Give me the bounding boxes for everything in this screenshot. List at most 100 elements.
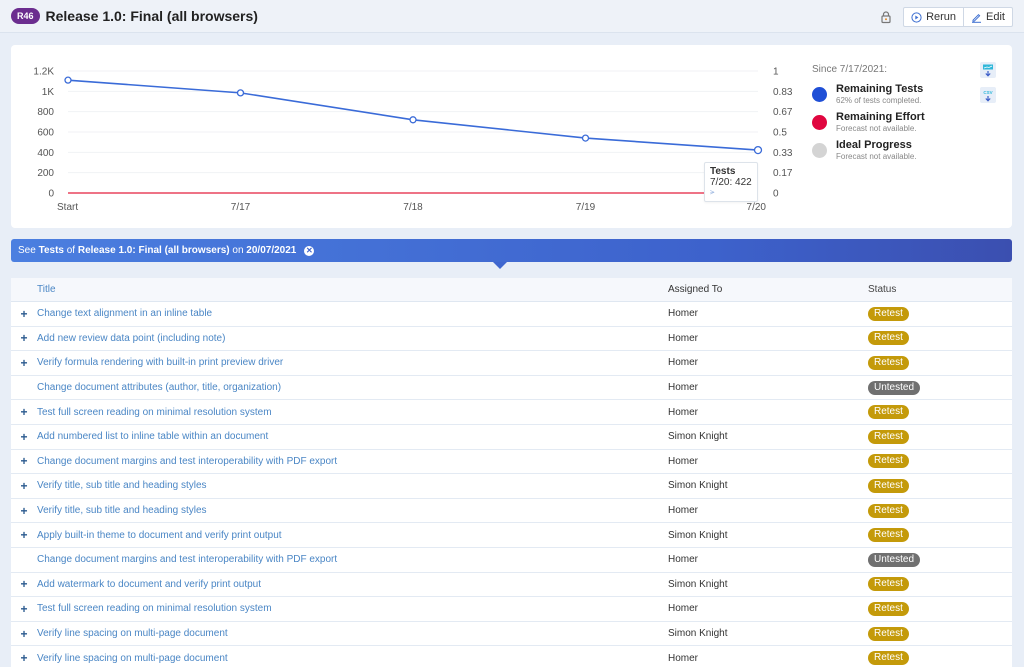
expand-row-icon[interactable]: + [11,307,37,321]
status-badge[interactable]: Retest [868,577,909,592]
test-title-link[interactable]: Verify formula rendering with built-in p… [37,357,668,368]
y-left-tick-label: 400 [37,148,54,159]
table-row[interactable]: + Apply built-in theme to document and ve… [11,523,1012,548]
test-title-link[interactable]: Add watermark to document and verify pri… [37,579,668,590]
expand-row-icon[interactable]: + [11,504,37,518]
legend-item-remaining-tests[interactable]: Remaining Tests 62% of tests completed. [812,83,982,105]
clear-selection-icon[interactable]: ✕ [304,245,315,256]
assigned-to: Homer [668,406,699,418]
status-badge[interactable]: Retest [868,454,909,469]
status-badge[interactable]: Untested [868,552,921,567]
test-title-link[interactable]: Add numbered list to inline table within… [37,431,668,442]
status-badge[interactable]: Retest [868,503,909,518]
table-row[interactable]: + Verify formula rendering with built-in … [11,351,1012,376]
status-badge[interactable]: Retest [868,306,909,321]
expand-row-icon[interactable]: + [11,528,37,542]
export-chart-button[interactable] [980,62,996,78]
status-badge[interactable]: Retest [868,528,909,543]
legend-dot [812,87,827,102]
tooltip-collapse-icon[interactable]: ⪫ [710,188,752,196]
rerun-button[interactable]: Rerun [904,8,963,26]
test-title-link[interactable]: Verify line spacing on multi-page docume… [37,628,668,639]
edit-button[interactable]: Edit [963,8,1012,26]
table-row[interactable]: + Test full screen reading on minimal res… [11,597,1012,622]
svg-text:CSV: CSV [983,89,992,94]
table-row[interactable]: + Verify title, sub title and heading sty… [11,474,1012,499]
legend-sub: Forecast not available. [836,152,917,161]
legend-name: Remaining Effort [836,111,925,123]
status-badge[interactable]: Retest [868,355,909,370]
y-left-tick-label: 1.2K [33,67,54,78]
expand-row-icon[interactable]: + [11,577,37,591]
expand-row-icon[interactable]: + [11,602,37,616]
table-row[interactable]: + Add watermark to document and verify pr… [11,572,1012,598]
status-badge[interactable]: Retest [868,331,909,346]
test-title-link[interactable]: Test full screen reading on minimal reso… [37,407,668,418]
export-csv-button[interactable]: CSV [980,87,996,103]
assigned-to: Homer [668,308,699,320]
test-title-link[interactable]: Verify title, sub title and heading styl… [37,480,668,491]
lock-icon[interactable] [879,10,893,24]
table-row[interactable]: + Verify line spacing on multi-page docum… [11,646,1012,667]
test-title-link[interactable]: Test full screen reading on minimal reso… [37,603,668,614]
page-title: Release 1.0: Final (all browsers) [45,8,258,24]
table-row[interactable]: Change document attributes (author, titl… [11,375,1012,401]
info-of: of [63,245,78,256]
column-header-title[interactable]: Title [37,284,668,295]
status-badge[interactable]: Retest [868,478,909,493]
column-header-status[interactable]: Status [868,284,1012,295]
test-title-link[interactable]: Change document margins and test interop… [37,554,668,565]
status-badge[interactable]: Retest [868,651,909,666]
info-bar-caret [493,262,507,269]
legend-item-ideal-progress[interactable]: Ideal Progress Forecast not available. [812,139,982,161]
expand-row-icon[interactable]: + [11,356,37,370]
info-run-name: Release 1.0: Final (all browsers) [77,245,230,256]
expand-row-icon[interactable]: + [11,405,37,419]
data-point [409,116,417,124]
expand-row-icon[interactable]: + [11,454,37,468]
table-row[interactable]: + Change document margins and test intero… [11,449,1012,475]
table-row[interactable]: + Add new review data point (including no… [11,326,1012,352]
selection-info-bar: See Tests of Release 1.0: Final (all bro… [11,239,1012,262]
test-title-link[interactable]: Verify title, sub title and heading styl… [37,505,668,516]
table-row[interactable]: + Add numbered list to inline table withi… [11,424,1012,450]
assigned-to: Homer [668,382,699,394]
status-badge[interactable]: Retest [868,626,909,641]
status-badge[interactable]: Retest [868,429,909,444]
run-id-badge: R46 [11,8,40,24]
data-point [581,134,590,142]
expand-row-icon[interactable]: + [11,651,37,665]
status-badge[interactable]: Retest [868,405,909,420]
legend-name: Ideal Progress [836,139,912,151]
header-actions: Rerun Edit [879,7,1013,27]
status-badge[interactable]: Retest [868,601,909,616]
page-header: R46 Release 1.0: Final (all browsers) Re… [0,0,1024,33]
legend-since-label: Since 7/17/2021: [812,64,888,75]
expand-row-icon[interactable]: + [11,430,37,444]
assigned-to: Homer [668,652,699,664]
status-badge[interactable]: Untested [868,380,921,395]
test-title-link[interactable]: Change document attributes (author, titl… [37,382,668,393]
tooltip-value: 7/20: 422 [710,177,752,188]
test-title-link[interactable]: Change text alignment in an inline table [37,308,668,319]
expand-row-icon[interactable]: + [11,331,37,345]
y-right-tick-label: 0.67 [773,107,793,118]
test-title-link[interactable]: Change document margins and test interop… [37,456,668,467]
csv-download-icon: CSV [983,89,993,102]
table-row[interactable]: + Verify title, sub title and heading sty… [11,498,1012,524]
chart-card: 0 200 400 600 800 1K 1.2K 0 0.17 0.33 0.5 0.67 0.83 1… [11,45,1012,228]
column-header-assigned-to[interactable]: Assigned To [668,284,868,295]
test-title-link[interactable]: Verify line spacing on multi-page docume… [37,653,668,664]
data-point [236,89,245,97]
table-row[interactable]: Change document margins and test interop… [11,547,1012,573]
legend-dot [812,143,827,158]
legend-item-remaining-effort[interactable]: Remaining Effort Forecast not available. [812,111,982,133]
test-title-link[interactable]: Apply built-in theme to document and ver… [37,530,668,541]
expand-row-icon[interactable]: + [11,479,37,493]
test-title-link[interactable]: Add new review data point (including not… [37,333,668,344]
table-row[interactable]: + Test full screen reading on minimal res… [11,400,1012,425]
table-row[interactable]: + Verify line spacing on multi-page docum… [11,621,1012,647]
expand-row-icon[interactable]: + [11,627,37,641]
table-row[interactable]: + Change text alignment in an inline tabl… [11,302,1012,327]
x-tick-label: 7/20 [747,202,767,213]
